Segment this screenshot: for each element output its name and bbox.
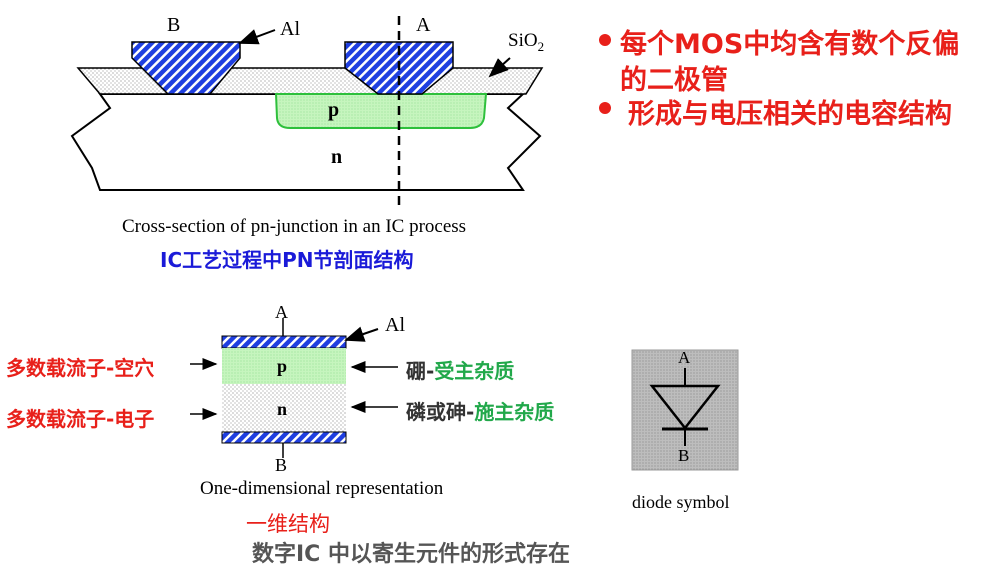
footer-text: 数字IC 中以寄生元件的形式存在 (252, 542, 570, 567)
donor-text: 施主杂质 (474, 400, 555, 424)
cs-label-p: p (328, 99, 340, 121)
diode-label-a: A (678, 348, 691, 367)
boron-label: 硼-受主杂质 (406, 355, 514, 384)
one-dim-al-top (221, 335, 347, 349)
cs-label-n: n (331, 146, 343, 168)
cs-label-a: A (416, 14, 431, 36)
od-caption-cn: 一维结构 (246, 512, 330, 536)
bullet-dot-1 (599, 34, 611, 46)
bullet-dot-2 (599, 102, 611, 114)
diagram-graphics (70, 16, 739, 471)
slide: B A Al SiO2 p n Cross-section of pn-junc… (0, 0, 991, 571)
acceptor-text: 受主杂质 (434, 359, 515, 383)
diode-caption: diode symbol (632, 492, 730, 512)
al-arrow (238, 29, 276, 45)
cs-caption-en: Cross-section of pn-junction in an IC pr… (122, 216, 467, 237)
bullet-2-line-1: 形成与电压相关的电容结构 (628, 99, 952, 130)
od-label-b: B (275, 455, 288, 475)
od-label-al: Al (385, 314, 405, 336)
phosphorus-text: 磷或砷- (406, 400, 475, 424)
od-label-n: n (277, 399, 288, 419)
boron-text: 硼- (406, 359, 435, 383)
od-caption-en: One-dimensional representation (200, 478, 444, 499)
bullet-1-line-1: 每个MOS中均含有数个反偏 (620, 29, 960, 60)
phosphorus-label: 磷或砷-施主杂质 (406, 396, 554, 425)
p-region (274, 93, 488, 129)
cs-caption-cn: IC工艺过程中PN节剖面结构 (160, 248, 414, 272)
cs-label-sio2: SiO2 (508, 30, 544, 55)
sio2-subscript: 2 (537, 38, 545, 54)
cs-label-al: Al (280, 18, 300, 40)
diode-label-b: B (678, 446, 690, 465)
one-dim-al-bottom (221, 431, 347, 444)
sio2-text: SiO (508, 30, 538, 51)
al-arrow-1d (344, 326, 379, 342)
od-label-a: A (275, 302, 288, 322)
majority-holes-label: 多数载流子-空穴 (6, 356, 155, 380)
od-label-p: p (277, 356, 288, 376)
cs-label-b: B (167, 14, 181, 36)
majority-electrons-label: 多数载流子-电子 (6, 407, 155, 431)
